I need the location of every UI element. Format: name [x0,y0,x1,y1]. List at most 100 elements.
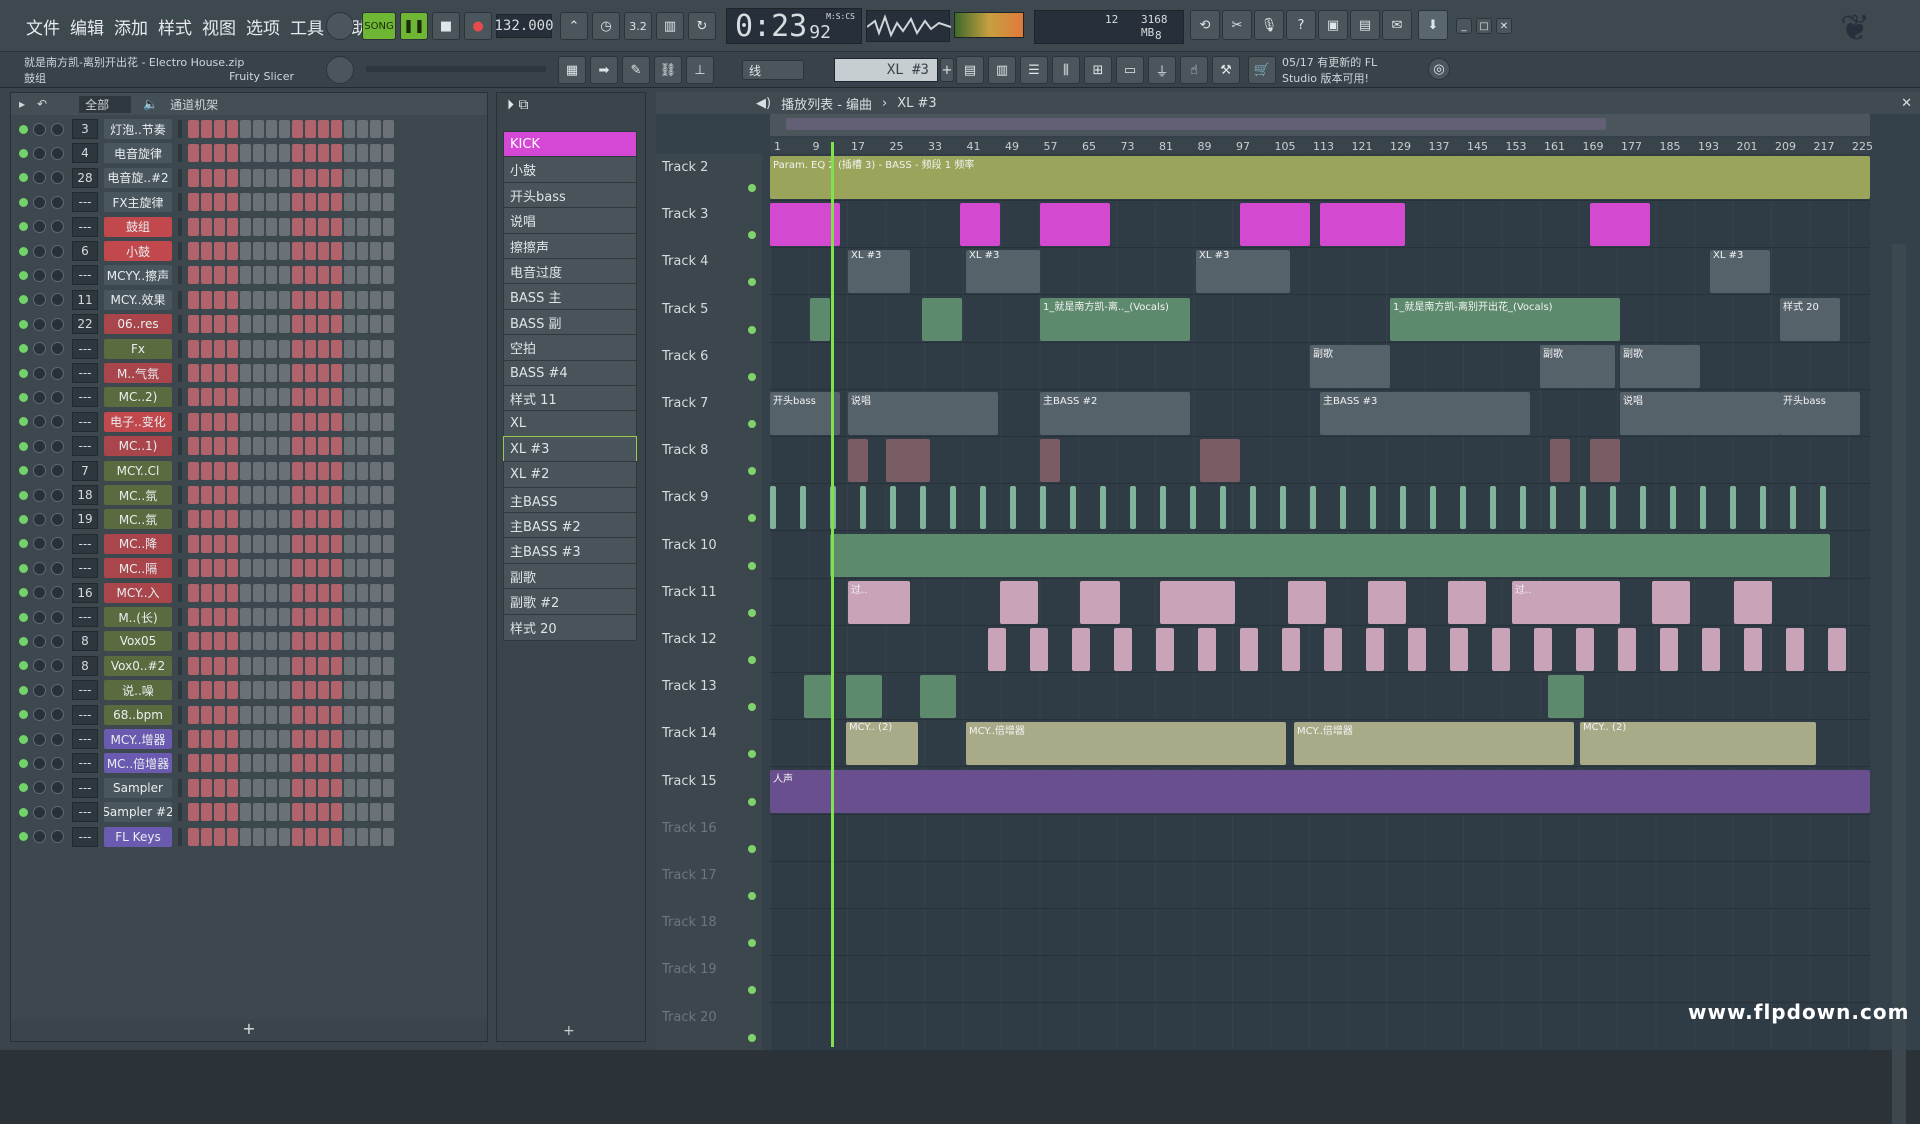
step-button[interactable] [266,364,277,382]
step-button[interactable] [383,827,394,846]
playlist-clip[interactable] [1702,628,1720,671]
step-button[interactable] [214,144,225,163]
step-button[interactable] [370,168,381,187]
track-lane[interactable]: 副歌 副歌 副歌 [770,343,1870,390]
playlist-clip[interactable] [1700,486,1706,530]
channel-row[interactable]: 7 MCY..Cl [11,459,481,483]
channel-volume-knob[interactable] [51,805,64,819]
step-button[interactable] [370,608,381,626]
channel-mixer-track[interactable]: --- [72,704,98,725]
channel-row[interactable]: --- Sampler [11,776,481,800]
playlist-clip[interactable]: XL #3 [1710,250,1770,294]
channel-volume-knob[interactable] [51,220,64,234]
step-button[interactable] [253,315,264,334]
step-button[interactable] [292,266,303,285]
channel-mute-led[interactable] [19,661,28,671]
track-mute-led[interactable] [748,939,756,948]
step-sequencer[interactable] [188,754,394,773]
step-button[interactable] [318,827,329,846]
step-button[interactable] [240,656,251,675]
pattern-item[interactable]: 开头bass [503,181,637,209]
step-button[interactable] [240,339,251,358]
channel-volume-knob[interactable] [51,708,64,722]
step-button[interactable] [383,778,394,797]
browser-icon[interactable]: ▭ [1116,56,1144,84]
step-sequencer[interactable] [188,730,394,748]
track-label[interactable]: Track 2 [662,160,708,175]
track-lane[interactable] [770,862,1870,909]
playlist-clip[interactable]: 开头bass [1780,392,1860,435]
channel-mixer-track[interactable]: --- [72,533,98,554]
channel-pan-knob[interactable] [33,244,46,258]
track-lane[interactable] [770,956,1870,1004]
track-mute-led[interactable] [748,231,756,240]
step-button[interactable] [370,754,381,773]
step-button[interactable] [292,486,303,504]
track-mute-led[interactable] [748,750,756,759]
step-button[interactable] [279,388,290,407]
pattern-item[interactable]: 主BASS #2 [503,512,637,539]
step-button[interactable] [188,534,199,553]
channel-mixer-track[interactable]: 7 [72,460,98,481]
step-button[interactable] [253,364,264,382]
step-button[interactable] [279,632,290,651]
step-button[interactable] [344,583,355,602]
track-lane[interactable] [770,909,1870,957]
track-lane[interactable] [770,201,1870,249]
step-button[interactable] [214,242,225,260]
step-button[interactable] [370,681,381,700]
playlist-clip[interactable] [1640,486,1646,530]
step-button[interactable] [253,778,264,797]
step-button[interactable] [344,803,355,822]
arrangement-grid[interactable]: Param. EQ 2 (插槽 3) - BASS - 频段 1 频率 XL #3… [770,154,1870,1051]
step-button[interactable] [240,242,251,260]
step-button[interactable] [240,388,251,407]
playlist-clip[interactable] [1160,486,1166,530]
step-sequencer[interactable] [188,778,394,797]
step-button[interactable] [214,803,225,822]
channel-pan-knob[interactable] [33,342,46,356]
step-sequencer[interactable] [188,534,394,553]
playlist-clip[interactable]: 过.. [848,580,910,624]
step-button[interactable] [331,803,342,822]
step-button[interactable] [318,217,329,236]
step-button[interactable] [279,510,290,529]
pencil-icon[interactable]: ✎ [622,56,650,84]
step-button[interactable] [370,632,381,651]
step-button[interactable] [331,608,342,626]
channel-name-button[interactable]: MC..氛 [104,509,172,530]
channel-mixer-track[interactable]: --- [72,729,98,749]
channel-volume-knob[interactable] [51,268,64,282]
step-button[interactable] [305,242,316,260]
pattern-selector[interactable]: XL #3 [834,58,938,82]
step-button[interactable] [279,681,290,700]
channel-volume-knob[interactable] [51,830,64,844]
rack-undo-icon[interactable]: ↶ [37,97,47,111]
channel-row[interactable]: --- Fx [11,337,481,361]
step-button[interactable] [344,681,355,700]
channel-volume-knob[interactable] [51,512,64,526]
step-button[interactable] [214,583,225,602]
playlist-clip[interactable] [1734,580,1772,624]
step-button[interactable] [214,217,225,236]
playlist-clip[interactable] [1786,628,1804,671]
step-button[interactable] [292,290,303,309]
step-button[interactable] [266,412,277,431]
step-button[interactable] [370,193,381,212]
vertical-scrollbar[interactable] [1892,244,1906,1124]
channel-row[interactable]: 22 06..res [11,312,481,336]
step-button[interactable] [201,217,212,236]
step-button[interactable] [344,510,355,529]
step-button[interactable] [266,217,277,236]
step-button[interactable] [318,461,329,480]
track-label[interactable]: Track 12 [662,632,717,647]
step-button[interactable] [305,168,316,187]
channel-row[interactable]: 19 MC..氛 [11,507,481,531]
step-button[interactable] [240,168,251,187]
channel-rack-icon[interactable]: ☰ [1020,56,1048,84]
step-button[interactable] [292,730,303,748]
channel-pan-knob[interactable] [33,122,46,136]
render-icon[interactable]: ▤ [1350,10,1380,40]
step-button[interactable] [201,510,212,529]
close-icon[interactable]: ✕ [1496,18,1512,34]
